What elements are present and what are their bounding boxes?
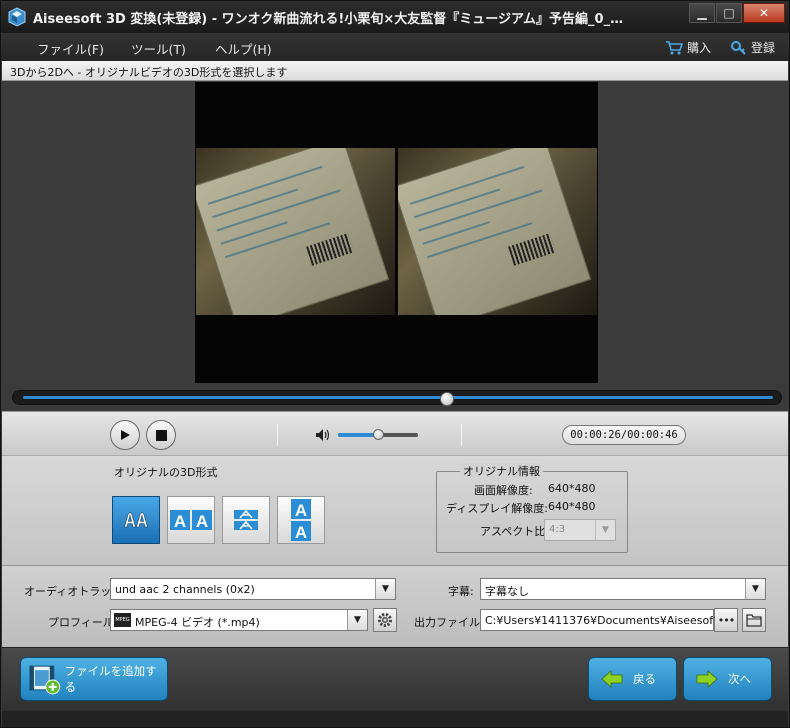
top-bottom-full-icon: A A (291, 499, 311, 542)
menu-file[interactable]: ファイル(F) (37, 39, 104, 58)
minimize-button[interactable]: ▁ (689, 3, 715, 23)
svg-text:A: A (174, 512, 186, 531)
key-icon (731, 40, 746, 55)
aspect-ratio-value: 4:3 (549, 524, 566, 535)
folder-icon (746, 614, 762, 627)
format-3d-label: オリジナルの3D形式 (114, 466, 218, 479)
menu-help[interactable]: ヘルプ(H) (215, 39, 272, 58)
volume-level (338, 433, 378, 437)
volume-thumb[interactable] (373, 429, 384, 440)
chevron-down-icon: ▼ (595, 520, 615, 540)
format-3d-panel: オリジナルの3D形式 AA A A A A オリジナル情報 画面解像度: 640… (2, 455, 788, 565)
svg-text:A: A (295, 501, 307, 520)
output-file-label: 出力ファイル: (414, 616, 484, 629)
svg-text:AA: AA (124, 510, 148, 532)
volume-icon[interactable] (315, 428, 331, 442)
stop-button[interactable] (146, 420, 176, 450)
divider (461, 424, 462, 446)
playback-controls: 00:00:26/00:00:46 (2, 411, 788, 455)
back-label: 戻る (633, 672, 656, 686)
next-button[interactable]: 次へ (683, 657, 772, 701)
svg-text:A: A (295, 523, 307, 542)
format-top-bottom-half[interactable] (222, 496, 270, 544)
display-resolution-value: 640*480 (548, 500, 596, 513)
chevron-down-icon[interactable]: ▼ (745, 579, 765, 599)
profile-label: プロフィール: (48, 616, 118, 629)
chevron-down-icon[interactable]: ▼ (375, 579, 395, 599)
purchase-label: 購入 (687, 41, 712, 55)
gear-icon (378, 613, 392, 627)
aspect-ratio-select: 4:3 ▼ (544, 519, 616, 541)
seek-bar[interactable] (12, 390, 782, 406)
maximize-button[interactable]: □ (716, 3, 742, 23)
window-title: Aiseesoft 3D 変換(未登録) - ワンオク新曲流れる!小栗旬×大友監… (33, 12, 624, 27)
profile-value: MPEG-4 ビデオ (*.mp4) (135, 616, 260, 629)
output-path-input[interactable]: C:¥Users¥1411376¥Documents¥Aiseesoft Stu (480, 609, 714, 631)
menu-bar: ファイル(F) ツール(T) ヘルプ(H) 購入 登録 (1, 33, 789, 61)
profile-select[interactable]: MPEG MPEG-4 ビデオ (*.mp4) ▼ (110, 609, 368, 631)
screen-resolution-value: 640*480 (548, 482, 596, 495)
seek-bar-container (2, 384, 788, 411)
audio-track-select[interactable]: und aac 2 channels (0x2) ▼ (110, 578, 396, 600)
display-resolution-label: ディスプレイ解像度: (446, 502, 548, 515)
seek-thumb[interactable] (440, 392, 454, 406)
back-button[interactable]: 戻る (588, 657, 677, 701)
screen-resolution-label: 画面解像度: (474, 484, 533, 497)
subtitle-value: 字幕なし (485, 585, 529, 598)
register-label: 登録 (751, 41, 776, 55)
aspect-ratio-label: アスペクト比: (480, 525, 549, 538)
subtitle-select[interactable]: 字幕なし ▼ (480, 578, 766, 600)
time-display: 00:00:26/00:00:46 (562, 425, 686, 445)
format-top-bottom-full[interactable]: A A (277, 496, 325, 544)
arrow-left-icon (601, 670, 623, 688)
video-preview (195, 82, 598, 383)
browse-button[interactable]: ••• (714, 608, 738, 632)
side-by-side-full-icon: A A (170, 510, 212, 531)
bottom-bar: ファイルを追加する 戻る 次へ (2, 647, 788, 727)
mpeg-icon: MPEG (114, 613, 131, 627)
subtitle-label: 字幕: (448, 585, 474, 598)
add-video-icon (29, 665, 61, 695)
play-button[interactable] (110, 420, 140, 450)
purchase-link[interactable]: 購入 (665, 39, 711, 56)
video-frame-right (398, 148, 597, 315)
output-settings: オーディオトラック: und aac 2 channels (0x2) ▼ 字幕… (2, 565, 788, 647)
svg-text:A: A (196, 512, 208, 531)
side-by-side-half-icon: AA (124, 510, 149, 533)
step-description: 3Dから2Dへ - オリジナルビデオの3D形式を選択します (2, 61, 788, 81)
add-file-label: ファイルを追加する (64, 664, 157, 694)
profile-settings-button[interactable] (373, 608, 397, 632)
seek-bar-played (23, 396, 773, 399)
stop-icon (155, 429, 167, 441)
open-folder-button[interactable] (742, 608, 766, 632)
original-info-title: オリジナル情報 (460, 463, 543, 479)
top-bottom-half-icon (234, 509, 258, 530)
close-button[interactable]: ✕ (743, 3, 785, 23)
play-icon (121, 430, 130, 440)
menu-tools[interactable]: ツール(T) (131, 39, 186, 58)
status-strip (2, 711, 788, 727)
format-side-by-side-half[interactable]: AA (112, 496, 160, 544)
next-label: 次へ (728, 672, 751, 686)
register-link[interactable]: 登録 (731, 39, 775, 56)
audio-track-value: und aac 2 channels (0x2) (115, 583, 255, 596)
cart-icon (666, 40, 683, 54)
chevron-down-icon[interactable]: ▼ (347, 610, 367, 630)
arrow-right-icon (696, 670, 718, 688)
title-bar[interactable]: Aiseesoft 3D 変換(未登録) - ワンオク新曲流れる!小栗旬×大友監… (1, 1, 789, 33)
divider (277, 424, 278, 446)
format-side-by-side-full[interactable]: A A (167, 496, 215, 544)
preview-area (2, 82, 788, 384)
volume-slider[interactable] (338, 429, 418, 440)
app-window: Aiseesoft 3D 変換(未登録) - ワンオク新曲流れる!小栗旬×大友監… (0, 0, 790, 728)
video-frame-left (196, 148, 395, 315)
add-file-button[interactable]: ファイルを追加する (20, 657, 168, 701)
app-logo-icon (8, 7, 26, 27)
